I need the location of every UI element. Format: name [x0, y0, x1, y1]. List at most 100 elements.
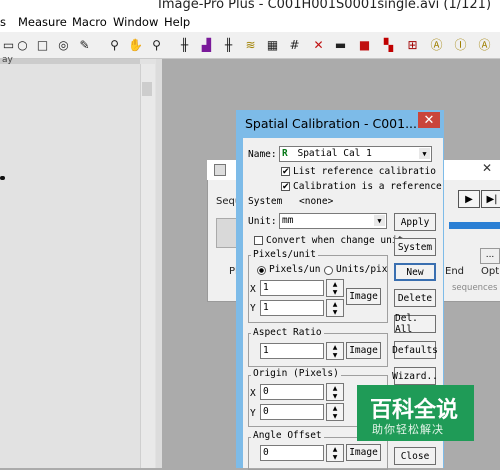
pixels-y-spinner[interactable]: ▲ ▼ [326, 299, 344, 317]
image-window[interactable] [0, 59, 156, 468]
system-label: System [248, 196, 283, 207]
chevron-down-icon[interactable]: ▼ [374, 215, 385, 226]
measure-icon[interactable]: ✕ [310, 36, 327, 53]
convert-unit-label: Convert when change unit [266, 235, 404, 246]
scrollbar-thumb[interactable] [142, 82, 152, 96]
spatial-cal-icon[interactable]: ⊞ [404, 36, 421, 53]
origin-y-spinner[interactable]: ▲ ▼ [326, 403, 344, 421]
sequence-status: sequences [452, 283, 498, 293]
convert-unit-checkbox[interactable] [254, 236, 263, 245]
pixels-unit-group-label: Pixels/unit [251, 249, 318, 260]
apply-button[interactable]: Apply [394, 213, 436, 231]
units-per-pixel-radio[interactable] [324, 266, 333, 275]
origin-y-input[interactable]: 0 [260, 404, 324, 420]
dialog-title: Spatial Calibration - C001... [245, 116, 417, 131]
angle-offset-label: Angle Offset [251, 430, 324, 441]
panel-divider [156, 59, 162, 468]
intensity-cal-icon[interactable]: Ⓘ [452, 36, 469, 53]
image-window-label: ay [2, 55, 13, 65]
end-label: End [445, 266, 465, 277]
close-button[interactable]: Close [394, 447, 436, 465]
name-label: Name: [248, 149, 277, 160]
delete-all-button[interactable]: Del. All [394, 313, 436, 335]
list-reference-checkbox[interactable]: ✔ [281, 167, 290, 177]
system-button[interactable]: System [394, 238, 436, 256]
square-icon[interactable]: □ [34, 36, 51, 53]
image-scrollbar[interactable] [140, 64, 155, 468]
defaults-button[interactable]: Defaults [392, 341, 438, 359]
new-button[interactable]: New [394, 263, 436, 281]
angle-offset-input[interactable]: 0 [260, 445, 324, 461]
pixels-per-unit-radio[interactable] [257, 266, 266, 275]
magic-wand-icon[interactable]: ◎ [55, 36, 72, 53]
pixels-y-input[interactable]: 1 [260, 300, 324, 316]
toolbar: ▭ ○ □ ◎ ✎ ⚲ ✋ ⚲ ╫ ▟ ╫ ≋ ▦ # ✕ ▬ ■ ▚ ⊞ Ⓐ … [0, 32, 500, 59]
delete-button[interactable]: Delete [394, 289, 436, 307]
name-value: Spatial Cal 1 [297, 148, 372, 159]
menu-item-measure[interactable]: Measure [18, 15, 67, 29]
origin-x-spinner[interactable]: ▲ ▼ [326, 383, 344, 401]
aspect-ratio-input[interactable]: 1 [260, 343, 324, 359]
unit-value: mm [282, 215, 294, 226]
name-dropdown[interactable]: R Spatial Cal 1 ▼ [279, 146, 432, 162]
unit-label: Unit: [248, 216, 277, 227]
image-window-header [0, 59, 140, 64]
window-title: Image-Pro Plus - C001H001S0001single.avi… [158, 0, 492, 12]
ellipse-icon[interactable]: ○ [14, 36, 31, 53]
y-label: Y [250, 303, 256, 314]
calibration-r-icon: R [282, 148, 288, 159]
menu-item-window[interactable]: Window [113, 15, 158, 29]
play-forward-button[interactable]: ▶ [458, 190, 480, 208]
pixels-x-spinner[interactable]: ▲ ▼ [326, 279, 344, 297]
browse-button[interactable]: ... [480, 248, 500, 264]
spectrum-icon[interactable]: ▬ [332, 36, 349, 53]
watermark-subtitle: 助你轻松解决 [372, 423, 444, 436]
menu-item-partial[interactable]: s [0, 15, 10, 29]
filter-icon[interactable]: ╫ [220, 36, 237, 53]
contrast-icon[interactable]: ╫ [176, 36, 193, 53]
magnifier-icon[interactable]: ⚲ [148, 36, 165, 53]
sequence-app-icon [214, 164, 226, 176]
sequence-close-icon[interactable]: ✕ [482, 161, 492, 175]
aspect-ratio-label: Aspect Ratio [251, 327, 324, 338]
pixels-x-input[interactable]: 1 [260, 280, 324, 296]
origin-x-input[interactable]: 0 [260, 384, 324, 400]
pixels-per-unit-label: Pixels/un [269, 264, 321, 275]
aspect-ratio-spinner[interactable]: ▲ ▼ [326, 342, 344, 360]
skip-end-button[interactable]: ▶| [481, 190, 500, 208]
grid-icon[interactable]: ▦ [264, 36, 281, 53]
dialog-close-button[interactable]: ✕ [418, 112, 440, 128]
count-icon[interactable]: ■ [356, 36, 373, 53]
annotation-icon[interactable]: Ⓐ [476, 36, 493, 53]
zoom-icon[interactable]: ⚲ [106, 36, 123, 53]
layers-icon[interactable]: ≋ [242, 36, 259, 53]
aspect-image-button[interactable]: Image [346, 342, 381, 359]
pan-hand-icon[interactable]: ✋ [127, 36, 144, 53]
system-value: <none> [299, 196, 334, 207]
origin-x-label: X [250, 388, 256, 399]
image-feature [0, 176, 5, 180]
pencil-icon[interactable]: ✎ [76, 36, 93, 53]
origin-label: Origin (Pixels) [251, 368, 341, 379]
menu-item-macro[interactable]: Macro [72, 15, 107, 29]
watermark-title: 百科全说 [370, 398, 459, 423]
chevron-down-icon[interactable]: ▼ [419, 148, 430, 159]
menu-item-help[interactable]: Help [164, 15, 190, 29]
calibration-reference-checkbox[interactable]: ✔ [281, 182, 290, 192]
histogram-icon[interactable]: ▟ [198, 36, 215, 53]
x-label: X [250, 284, 256, 295]
units-per-pixel-label: Units/pix [336, 264, 388, 275]
sequence-progress [449, 222, 500, 229]
angle-image-button[interactable]: Image [346, 444, 381, 461]
angle-offset-spinner[interactable]: ▲ ▼ [326, 444, 344, 462]
options-label: Opti [481, 266, 500, 277]
ruler-icon[interactable]: Ⓐ [428, 36, 445, 53]
hash-icon[interactable]: # [286, 36, 303, 53]
unit-dropdown[interactable]: mm ▼ [279, 213, 387, 229]
caliper-icon[interactable]: ▚ [380, 36, 397, 53]
pixels-image-button[interactable]: Image [346, 288, 381, 305]
calibration-reference-label: Calibration is a reference [293, 181, 442, 192]
origin-y-label: Y [250, 408, 256, 419]
wizard-button[interactable]: Wizard.. [392, 367, 438, 385]
list-reference-label: List reference calibratio [293, 166, 436, 177]
